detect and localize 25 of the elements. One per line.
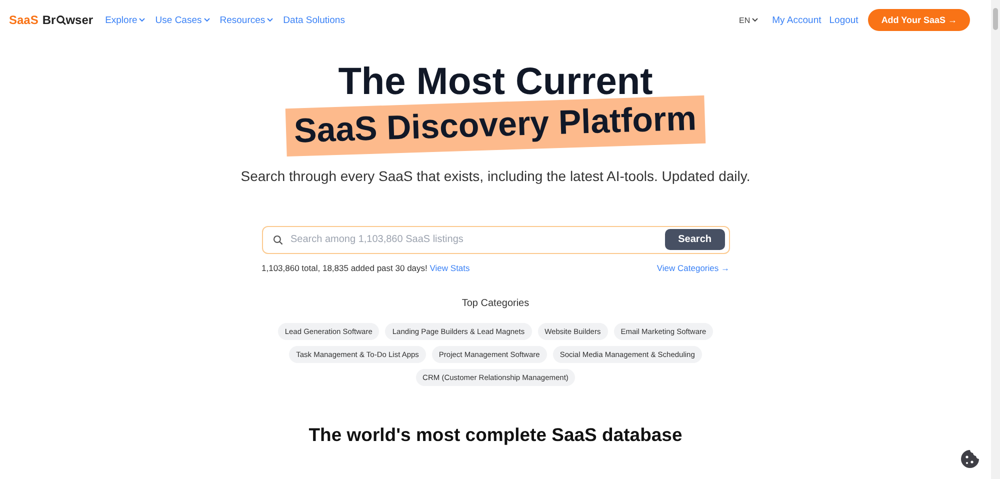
chevron-down-icon [204,18,210,22]
nav-link[interactable]: Explore [105,14,146,26]
search-button[interactable]: Search [665,229,724,250]
logo-text[interactable]: Br [42,13,56,27]
logo-text[interactable]: wser [66,13,94,27]
nav-link[interactable]: Resources [220,14,274,26]
cookie-icon[interactable] [960,449,980,469]
chevron-down-icon [139,18,146,22]
account-link[interactable]: My Account [772,14,822,26]
chevron-down-icon [267,18,274,22]
section-heading: The world's most complete SaaS database [308,424,682,446]
hero-subtitle: Search through every SaaS that exists, including the latest AI-tools. Updated daily. [240,168,750,184]
magnifier-icon [56,15,66,25]
listing-stats: 1,103,860 total, 18,835 added past 30 days! [262,262,428,273]
view-stats-link[interactable]: View Stats [430,262,470,273]
view-categories-link[interactable]: View Categories → [656,262,730,273]
chevron-down-icon [752,18,758,22]
search-field[interactable]: Search among 1,103,860 SaaS listings Search [262,226,730,254]
top-categories-title: Top Categories [462,298,530,309]
account-link[interactable]: Logout [829,14,858,26]
language-selector[interactable]: EN [739,16,758,24]
hero-highlight: SaaS Discovery Platform [286,95,706,156]
nav-link[interactable]: Use Cases [155,14,210,26]
nav-link[interactable]: Data Solutions [283,14,345,26]
search-icon [272,234,282,245]
